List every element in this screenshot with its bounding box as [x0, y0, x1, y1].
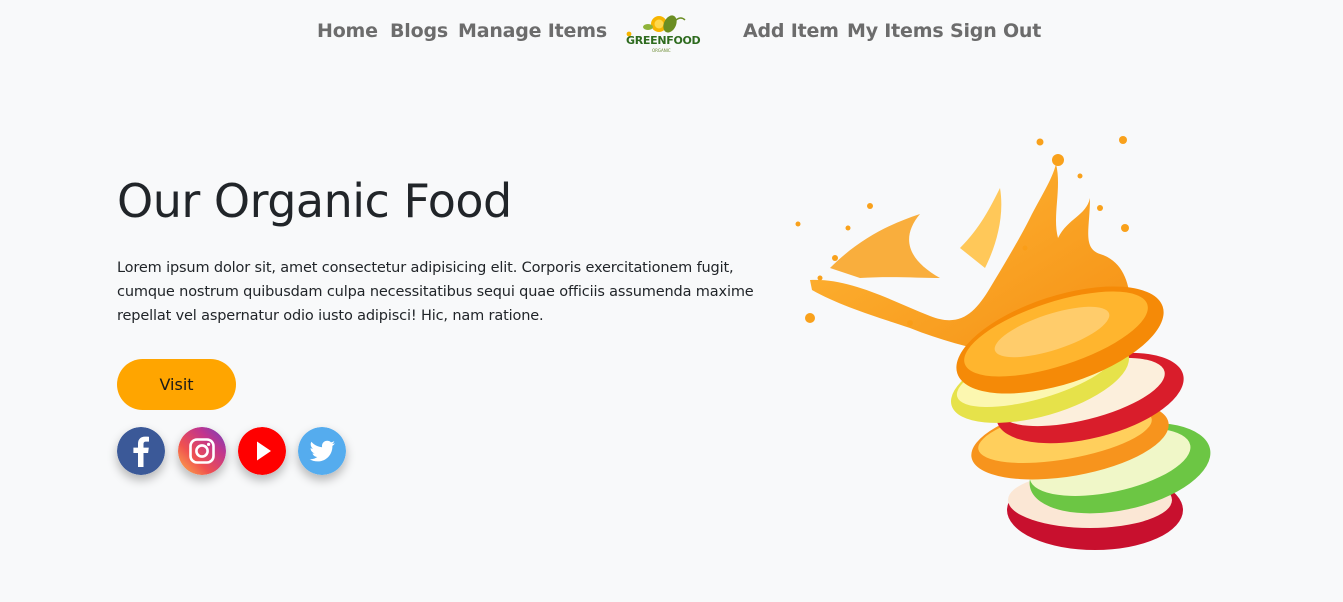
- brand-logo[interactable]: GREENFOOD ORGANIC: [618, 12, 701, 56]
- nav-link-home[interactable]: Home: [317, 20, 378, 42]
- fruit-splash-image: [790, 128, 1220, 558]
- page: Home Blogs Manage Items GREENFOOD ORGANI…: [0, 0, 1343, 602]
- instagram-icon[interactable]: [178, 427, 226, 475]
- nav-link-my-items[interactable]: My Items: [847, 20, 944, 42]
- nav-link-blogs[interactable]: Blogs: [390, 20, 448, 42]
- nav-link-sign-out[interactable]: Sign Out: [950, 20, 1041, 42]
- logo-subtext: ORGANIC: [652, 48, 671, 53]
- navbar: Home Blogs Manage Items GREENFOOD ORGANI…: [0, 0, 1343, 66]
- visit-button[interactable]: Visit: [117, 359, 236, 410]
- hero-description: Lorem ipsum dolor sit, amet consectetur …: [117, 260, 754, 324]
- nav-link-add-item[interactable]: Add Item: [743, 20, 839, 42]
- hero-title: Our Organic Food: [117, 174, 512, 228]
- nav-link-manage-items[interactable]: Manage Items: [458, 20, 607, 42]
- logo-text: GREENFOOD: [626, 34, 701, 47]
- twitter-icon[interactable]: [298, 427, 346, 475]
- youtube-icon[interactable]: [238, 427, 286, 475]
- facebook-icon[interactable]: [117, 427, 165, 475]
